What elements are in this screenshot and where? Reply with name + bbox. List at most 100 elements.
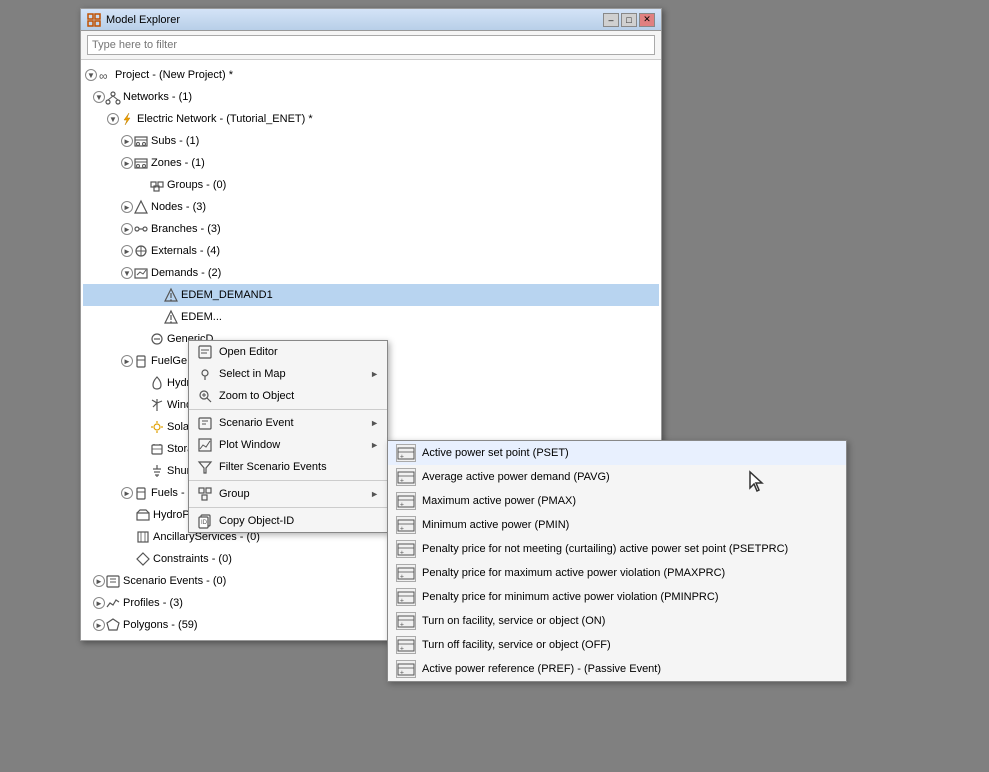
tree-item-electric-network[interactable]: ▼ Electric Network - (Tutorial_ENET) * (83, 108, 659, 130)
context-menu: Open Editor Select in Map ► Zoom to Obje… (188, 340, 388, 533)
tree-item-branches[interactable]: ► Branches - (3) (83, 218, 659, 240)
tree-item-externals[interactable]: ► Externals - (4) (83, 240, 659, 262)
maximize-button[interactable]: □ (621, 13, 637, 27)
expander-nodes[interactable]: ► (121, 201, 133, 213)
zoom-icon (197, 388, 213, 404)
subs-label: Subs - (1) (151, 135, 199, 147)
infinity-icon: ∞ (97, 67, 113, 83)
svg-text:±: ± (400, 598, 404, 605)
submenu-psetprc[interactable]: ± Penalty price for not meeting (curtail… (388, 537, 846, 561)
expander-hydrog (135, 376, 149, 390)
expander-shunts (135, 464, 149, 478)
pset-icon: ± (396, 444, 416, 462)
ctx-zoom-to-object[interactable]: Zoom to Object (189, 385, 387, 407)
genericd-icon (149, 331, 165, 347)
project-label: Project - (New Project) * (115, 69, 233, 81)
ctx-copy-id[interactable]: ID Copy Object-ID (189, 510, 387, 532)
pmin-icon: ± (396, 516, 416, 534)
tree-item-edem2[interactable]: EDEM... (83, 306, 659, 328)
expander-groups (135, 178, 149, 192)
zones-icon (133, 155, 149, 171)
ctx-divider-3 (189, 507, 387, 508)
expander-solargi (135, 420, 149, 434)
submenu-pmin[interactable]: ± Minimum active power (PMIN) (388, 513, 846, 537)
submenu-turn-on[interactable]: ± Turn on facility, service or object (O… (388, 609, 846, 633)
submenu-pmax[interactable]: ± Maximum active power (PMAX) (388, 489, 846, 513)
tree-item-groups[interactable]: Groups - (0) (83, 174, 659, 196)
expander-profiles[interactable]: ► (93, 597, 105, 609)
submenu-turn-off[interactable]: ± Turn off facility, service or object (… (388, 633, 846, 657)
profiles-label: Profiles - (3) (123, 597, 183, 609)
expander-scenario-events[interactable]: ► (93, 575, 105, 587)
submenu-pminprc[interactable]: ± Penalty price for minimum active power… (388, 585, 846, 609)
tree-item-networks[interactable]: ▼ Networks - (1) (83, 86, 659, 108)
tree-item-demands[interactable]: ▼ Demands - (2) (83, 262, 659, 284)
ancillary-icon (135, 529, 151, 545)
submenu-pset[interactable]: ± Active power set point (PSET) (388, 441, 846, 465)
network-icon (105, 89, 121, 105)
expander-storage (135, 442, 149, 456)
nodes-icon (133, 199, 149, 215)
expander-externals[interactable]: ► (121, 245, 133, 257)
expander-electric[interactable]: ▼ (107, 113, 119, 125)
expander-fuels[interactable]: ► (121, 487, 133, 499)
filter-bar (81, 31, 661, 60)
expander-zones[interactable]: ► (121, 157, 133, 169)
ctx-divider-2 (189, 480, 387, 481)
pminprc-icon: ± (396, 588, 416, 606)
filter-input[interactable] (87, 35, 655, 55)
turn-on-label: Turn on facility, service or object (ON) (422, 615, 838, 627)
editor-icon (197, 344, 213, 360)
close-button[interactable]: ✕ (639, 13, 655, 27)
expander-windge (135, 398, 149, 412)
tree-item-subs[interactable]: ► Subs - (1) (83, 130, 659, 152)
ctx-open-editor[interactable]: Open Editor (189, 341, 387, 363)
ctx-select-in-map[interactable]: Select in Map ► (189, 363, 387, 385)
psetprc-icon: ± (396, 540, 416, 558)
submenu-pavg[interactable]: ± Average active power demand (PAVG) (388, 465, 846, 489)
tree-item-nodes[interactable]: ► Nodes - (3) (83, 196, 659, 218)
ctx-group[interactable]: Group ► (189, 483, 387, 505)
networks-label: Networks - (1) (123, 91, 192, 103)
hydroplants-icon (135, 507, 151, 523)
title-bar: Model Explorer – □ ✕ (81, 9, 661, 31)
expander-ancillary (121, 530, 135, 544)
expander-edem1 (149, 288, 163, 302)
copy-icon: ID (197, 513, 213, 529)
ctx-scenario-event[interactable]: Scenario Event ► (189, 412, 387, 434)
demand-item-icon (163, 287, 179, 303)
tree-item-project[interactable]: ▼ ∞ Project - (New Project) * (83, 64, 659, 86)
plot-window-arrow: ► (370, 440, 379, 450)
expander-demands[interactable]: ▼ (121, 267, 133, 279)
expander-project[interactable]: ▼ (85, 69, 97, 81)
svg-text:±: ± (400, 502, 404, 509)
zones-label: Zones - (1) (151, 157, 205, 169)
window-title: Model Explorer (106, 14, 180, 26)
minimize-button[interactable]: – (603, 13, 619, 27)
expander-fuelge[interactable]: ► (121, 355, 133, 367)
scenario-events-label: Scenario Events - (0) (123, 575, 226, 587)
tree-item-zones[interactable]: ► Zones - (1) (83, 152, 659, 174)
subs-icon (133, 133, 149, 149)
hydrog-icon (149, 375, 165, 391)
svg-text:∞: ∞ (99, 69, 108, 83)
ctx-plot-window[interactable]: Plot Window ► (189, 434, 387, 456)
scenario-ev-icon (197, 415, 213, 431)
edem1-label: EDEM_DEMAND1 (181, 289, 273, 301)
ctx-filter-events[interactable]: Filter Scenario Events (189, 456, 387, 478)
demand-item2-icon (163, 309, 179, 325)
expander-networks[interactable]: ▼ (93, 91, 105, 103)
submenu-pmaxprc[interactable]: ± Penalty price for maximum active power… (388, 561, 846, 585)
expander-polygons[interactable]: ► (93, 619, 105, 631)
submenu-pref[interactable]: ± Active power reference (PREF) - (Passi… (388, 657, 846, 681)
expander-subs[interactable]: ► (121, 135, 133, 147)
svg-text:±: ± (400, 646, 404, 653)
svg-text:±: ± (400, 526, 404, 533)
nodes-label: Nodes - (3) (151, 201, 206, 213)
tree-item-edem1[interactable]: EDEM_DEMAND1 (83, 284, 659, 306)
constraints-icon (135, 551, 151, 567)
ctx-divider-1 (189, 409, 387, 410)
pmaxprc-icon: ± (396, 564, 416, 582)
map-select-icon (197, 366, 213, 382)
expander-branches[interactable]: ► (121, 223, 133, 235)
